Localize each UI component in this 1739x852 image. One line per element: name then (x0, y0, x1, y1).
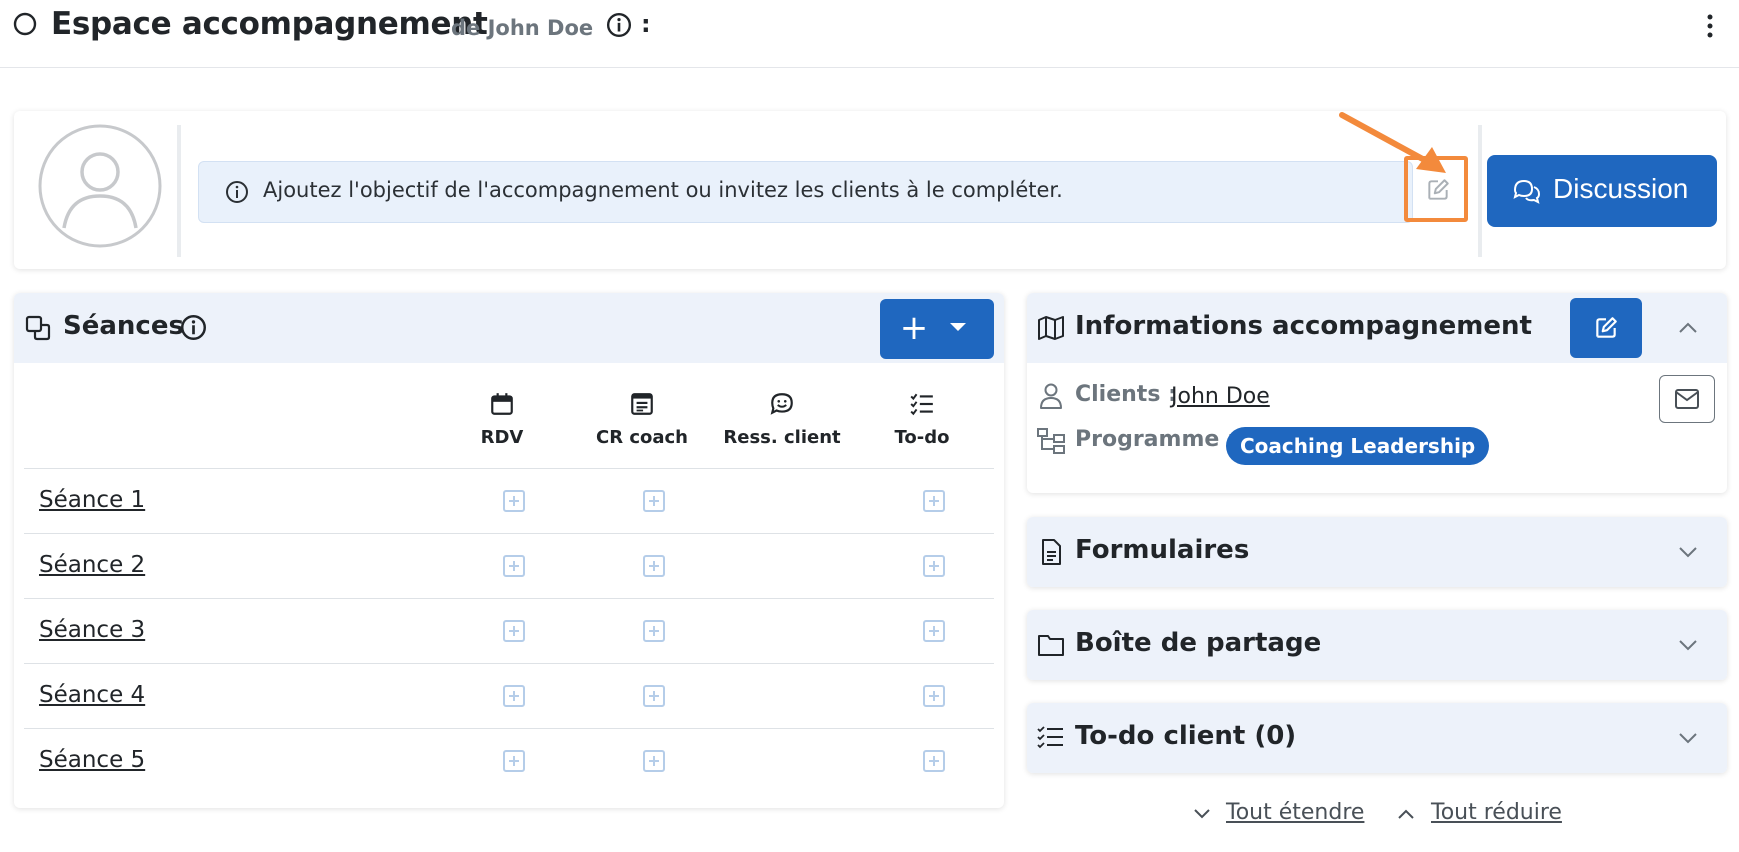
boite-partage-panel[interactable]: Boîte de partage (1027, 610, 1727, 680)
chevron-up-icon[interactable] (1677, 317, 1699, 339)
seances-card: Séances + RDV CR coach Ress. client To-d… (14, 293, 1004, 808)
calendar-icon (491, 393, 513, 415)
chevron-down-icon[interactable] (950, 323, 966, 331)
seance-link[interactable]: Séance 5 (39, 747, 145, 773)
table-row: Séance 1 (24, 468, 994, 533)
programme-badge: Coaching Leadership (1226, 427, 1490, 465)
discussion-button[interactable]: Discussion (1487, 155, 1717, 227)
user-icon (1040, 383, 1062, 409)
envelope-icon (1675, 389, 1699, 409)
client-link[interactable]: John Doe (1171, 384, 1270, 409)
add-cr-coach-button[interactable] (643, 750, 665, 772)
seances-header: Séances + (14, 293, 1004, 363)
add-cr-coach-button[interactable] (643, 620, 665, 642)
chevron-down-icon[interactable] (1192, 804, 1212, 824)
expand-all-link[interactable]: Tout étendre (1226, 800, 1364, 825)
map-icon (1038, 316, 1064, 340)
boite-partage-title: Boîte de partage (1075, 628, 1322, 658)
clients-label: Clients : (1075, 382, 1177, 407)
add-rdv-button[interactable] (503, 685, 525, 707)
page-title: Espace accompagnement (51, 6, 488, 42)
column-label: To-do (894, 427, 950, 448)
add-rdv-button[interactable] (503, 750, 525, 772)
add-cr-coach-button[interactable] (643, 685, 665, 707)
add-seance-split-button: + (880, 299, 994, 359)
formulaires-title: Formulaires (1075, 535, 1250, 565)
divider (177, 125, 181, 257)
add-todo-button[interactable] (923, 620, 945, 642)
column-rdv: RDV (432, 391, 572, 448)
add-seance-button[interactable]: + (880, 299, 948, 359)
checklist-icon (910, 393, 933, 416)
seance-link[interactable]: Séance 3 (39, 617, 145, 643)
column-cr-coach: CR coach (572, 391, 712, 448)
boite-partage-header[interactable]: Boîte de partage (1027, 610, 1727, 680)
add-rdv-button[interactable] (503, 490, 525, 512)
add-rdv-button[interactable] (503, 555, 525, 577)
copy-icon (25, 315, 51, 341)
column-ress-client: Ress. client (712, 391, 852, 448)
edit-icon (1596, 317, 1617, 338)
edit-icon (1428, 179, 1449, 200)
column-label: CR coach (595, 427, 688, 448)
chevron-down-icon[interactable] (1677, 541, 1699, 563)
email-button[interactable] (1659, 375, 1715, 423)
add-todo-button[interactable] (923, 685, 945, 707)
edit-objective-button[interactable] (1404, 156, 1468, 222)
info-icon (226, 181, 248, 203)
add-cr-coach-button[interactable] (643, 555, 665, 577)
chevron-up-icon[interactable] (1396, 804, 1416, 824)
more-menu-icon[interactable] (1700, 12, 1720, 40)
todo-client-title: To-do client (0) (1075, 721, 1297, 751)
table-row: Séance 2 (24, 533, 994, 598)
chevron-down-icon[interactable] (1677, 634, 1699, 656)
todo-client-panel[interactable]: To-do client (0) (1027, 703, 1727, 773)
chevron-down-icon[interactable] (1677, 727, 1699, 749)
hierarchy-icon (1037, 428, 1065, 454)
formulaires-header[interactable]: Formulaires (1027, 517, 1727, 587)
top-bar: Espace accompagnement de John Doe : (0, 0, 1739, 68)
add-rdv-button[interactable] (503, 620, 525, 642)
column-label: RDV (480, 427, 524, 448)
seance-link[interactable]: Séance 1 (39, 487, 145, 513)
edit-info-button[interactable] (1570, 298, 1642, 358)
seance-link[interactable]: Séance 2 (39, 552, 145, 578)
seances-title: Séances (63, 311, 184, 341)
table-row: Séance 5 (24, 728, 994, 793)
seance-link[interactable]: Séance 4 (39, 682, 145, 708)
formulaires-panel[interactable]: Formulaires (1027, 517, 1727, 587)
avatar (38, 124, 162, 248)
table-row: Séance 4 (24, 663, 994, 728)
checklist-icon (1037, 726, 1063, 749)
smile-chat-icon (770, 393, 793, 415)
title-colon: : (641, 10, 651, 38)
divider (1478, 125, 1482, 257)
objective-alert: Ajoutez l'objectif de l'accompagnement o… (198, 161, 1413, 223)
column-label: Ress. client (723, 427, 841, 448)
report-icon (631, 393, 653, 415)
info-panel-title: Informations accompagnement (1075, 311, 1532, 341)
objective-text: Ajoutez l'objectif de l'accompagnement o… (263, 178, 1063, 202)
add-todo-button[interactable] (923, 555, 945, 577)
loading-circle-icon (13, 12, 37, 36)
file-text-icon (1042, 539, 1061, 565)
add-todo-button[interactable] (923, 750, 945, 772)
column-todo: To-do (852, 391, 992, 448)
add-todo-button[interactable] (923, 490, 945, 512)
header-card: Ajoutez l'objectif de l'accompagnement o… (14, 111, 1726, 269)
todo-client-header[interactable]: To-do client (0) (1027, 703, 1727, 773)
programme-label: Programme : (1075, 427, 1236, 452)
info-icon[interactable] (606, 12, 632, 38)
add-cr-coach-button[interactable] (643, 490, 665, 512)
collapse-all-link[interactable]: Tout réduire (1431, 800, 1562, 825)
folder-icon (1038, 635, 1064, 656)
chat-icon (1513, 179, 1541, 204)
page-subtitle: de John Doe (451, 16, 594, 40)
table-row: Séance 3 (24, 598, 994, 663)
discussion-label: Discussion (1553, 173, 1689, 204)
info-panel-header[interactable]: Informations accompagnement (1027, 293, 1727, 363)
info-icon[interactable] (180, 314, 207, 341)
